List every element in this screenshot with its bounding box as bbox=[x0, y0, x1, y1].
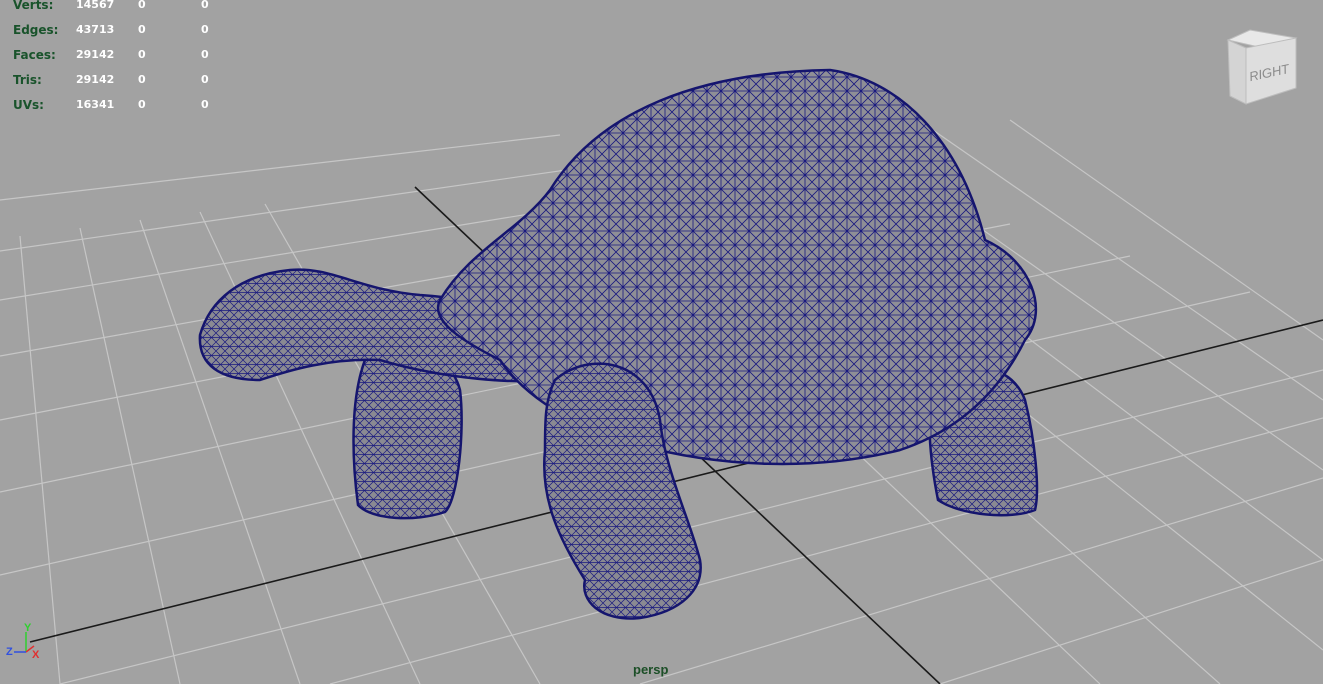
view-cube-front-face bbox=[1227, 39, 1247, 105]
hud-label: Verts: bbox=[13, 0, 54, 12]
hud-value: 0 bbox=[201, 0, 209, 11]
hud-label: Edges: bbox=[13, 23, 59, 37]
hud-value: 0 bbox=[138, 73, 146, 86]
tortoise-shell bbox=[436, 68, 1037, 466]
hud-label: UVs: bbox=[13, 98, 44, 112]
hud-value: 0 bbox=[138, 98, 146, 111]
axis-orientation-gizmo: Y X Z bbox=[4, 620, 46, 664]
hud-value: 0 bbox=[201, 98, 209, 111]
viewport-canvas[interactable] bbox=[0, 0, 1323, 684]
3d-viewport[interactable] bbox=[0, 0, 1323, 684]
tortoise-mesh[interactable] bbox=[198, 68, 1039, 620]
hud-value: 0 bbox=[138, 23, 146, 36]
camera-name-label: persp bbox=[633, 662, 669, 677]
hud-label: Faces: bbox=[13, 48, 56, 62]
z-axis-label: Z bbox=[6, 646, 13, 658]
hud-value: 29142 bbox=[76, 73, 115, 86]
y-axis-label: Y bbox=[24, 622, 32, 634]
hud-value: 43713 bbox=[76, 23, 115, 36]
hud-value: 0 bbox=[201, 23, 209, 36]
view-cube[interactable]: RIGHT bbox=[1222, 26, 1302, 110]
hud-value: 29142 bbox=[76, 48, 115, 61]
hud-value: 0 bbox=[138, 0, 146, 11]
hud-value: 14567 bbox=[76, 0, 115, 11]
hud-value: 0 bbox=[201, 73, 209, 86]
hud-value: 16341 bbox=[76, 98, 115, 111]
hud-value: 0 bbox=[138, 48, 146, 61]
x-axis-label: X bbox=[32, 649, 40, 661]
hud-label: Tris: bbox=[13, 73, 42, 87]
hud-value: 0 bbox=[201, 48, 209, 61]
